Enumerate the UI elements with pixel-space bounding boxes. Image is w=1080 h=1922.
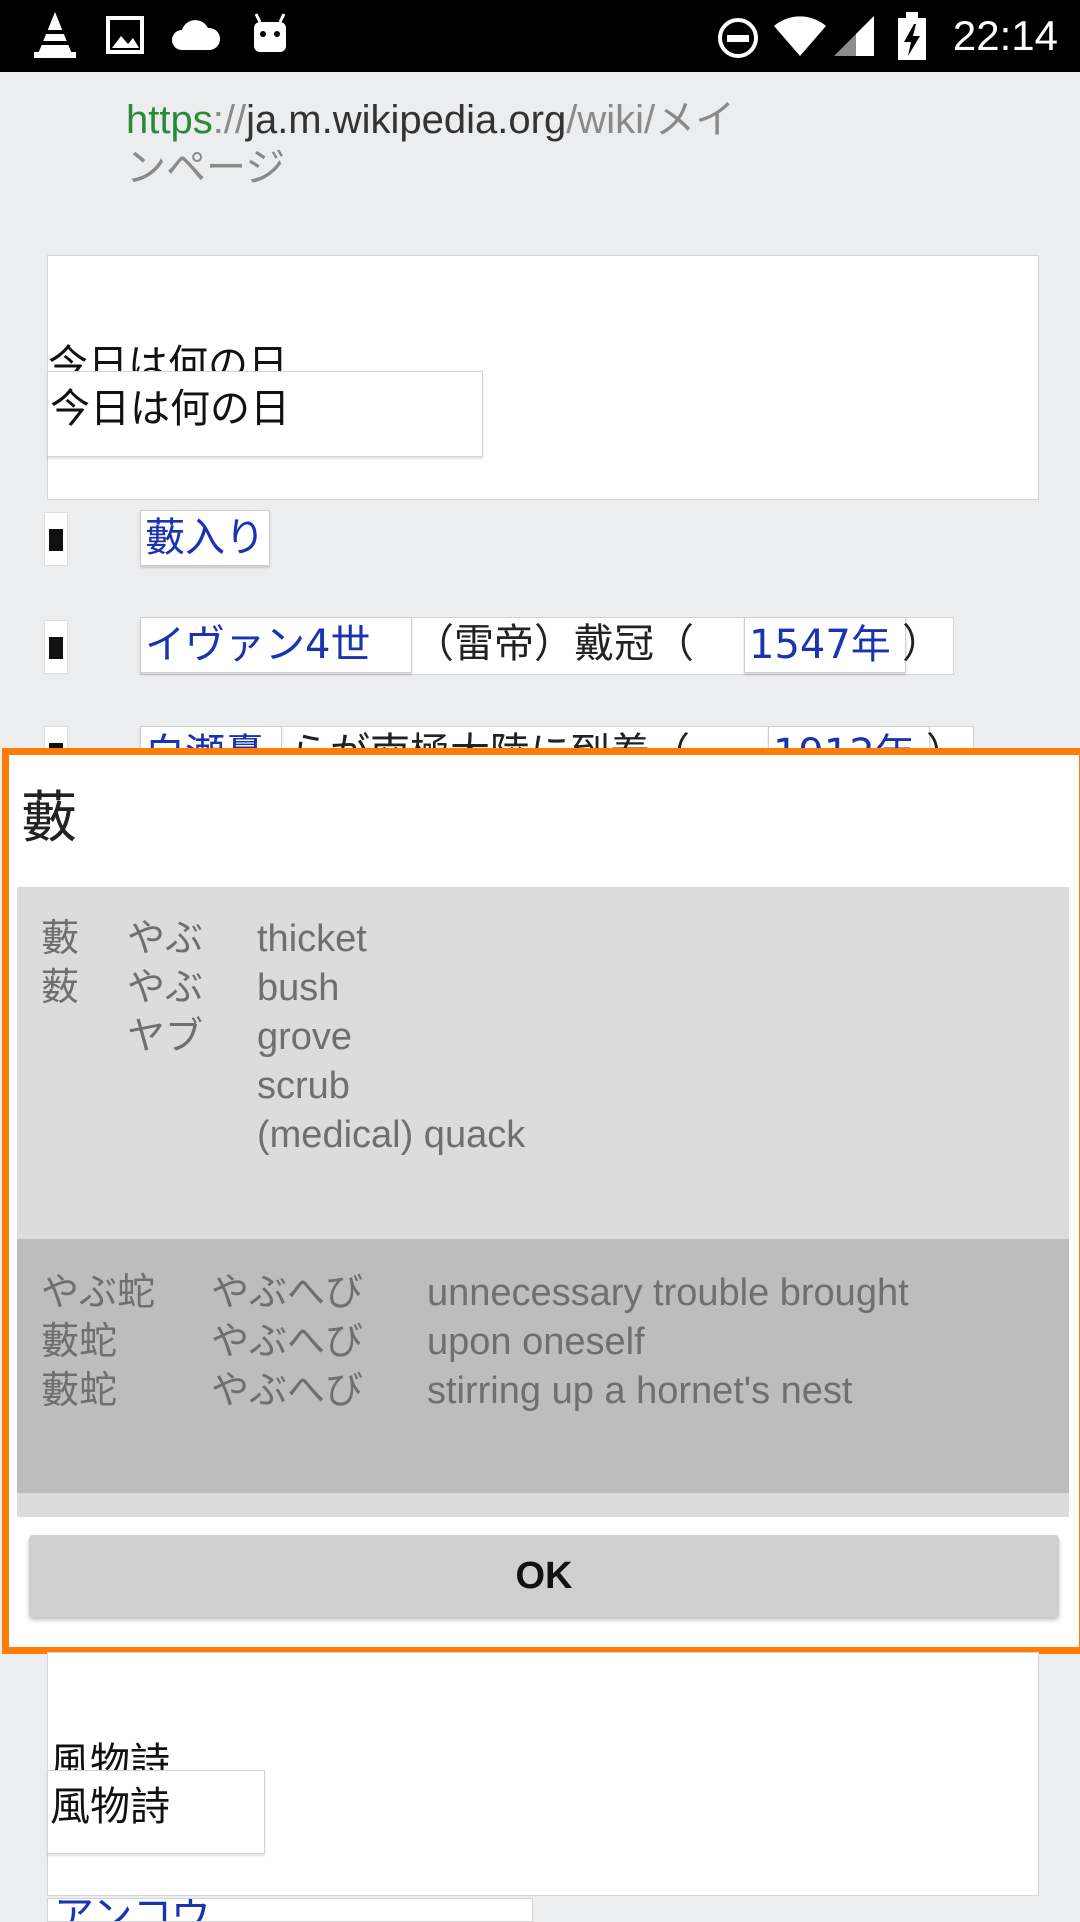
entry-meaning: upon oneself <box>427 1321 645 1363</box>
link-shirase[interactable]: 白瀬矗 <box>140 726 282 748</box>
ok-button[interactable]: OK <box>29 1535 1059 1617</box>
list-bullet <box>44 512 68 566</box>
cloud-icon <box>172 20 221 50</box>
entry-kanji: 藪蛇 <box>41 1370 118 1412</box>
url-separator: :// <box>212 98 247 142</box>
entry-kanji: やぶ蛇 <box>41 1272 156 1314</box>
dialog-scroll-gap <box>17 1493 1069 1517</box>
dictionary-dialog: 藪 藪 薮 やぶ やぶ ヤブ thicket bush grove scrub … <box>2 748 1080 1654</box>
wifi-icon <box>774 16 826 56</box>
section-heading-overlay: 今日は何の日 <box>50 386 290 432</box>
list-item-close: ） <box>926 726 966 748</box>
entry-meaning-column: unnecessary trouble brought upon oneself… <box>427 1269 909 1416</box>
link-ankou[interactable]: アンコウ <box>54 1899 211 1921</box>
entry-kanji: 薮 <box>41 967 80 1009</box>
entry-reading: やぶ <box>127 967 204 1009</box>
entry-meaning: grove <box>257 1016 353 1058</box>
vlc-icon <box>34 12 76 58</box>
entry-meaning-column: thicket bush grove scrub (medical) quack <box>257 915 525 1160</box>
entry-reading-column: やぶ やぶ ヤブ <box>127 915 203 1062</box>
dialog-title: 藪 <box>21 786 77 851</box>
dictionary-entry[interactable]: やぶ蛇 藪蛇 藪蛇 やぶへび やぶへび やぶへび unnecessary tro… <box>17 1239 1069 1493</box>
entry-meaning: bush <box>257 967 340 1009</box>
entry-reading: やぶ <box>127 918 204 960</box>
section-heading-overlay: 風物詩 <box>50 1784 170 1830</box>
list-bullet <box>44 620 68 674</box>
image-icon <box>106 16 144 54</box>
entry-reading: やぶへび <box>211 1272 364 1314</box>
url-host: ja.m.wikipedia.org <box>246 98 567 142</box>
status-bar: 22:14 <box>0 0 1080 72</box>
entry-kanji: 藪 <box>41 918 80 960</box>
list-bullet <box>44 726 68 748</box>
android-icon <box>254 13 286 52</box>
entry-reading: ヤブ <box>127 1016 204 1058</box>
clipped-link-box: アンコウ <box>47 1898 533 1922</box>
entry-reading: やぶへび <box>211 1370 364 1412</box>
page-url[interactable]: https://ja.m.wikipedia.org/wiki/メインページ <box>126 96 766 192</box>
entry-kanji-column: 藪 薮 <box>41 915 79 1013</box>
entry-meaning: stirring up a hornet's nest <box>427 1370 853 1412</box>
list-item-text: らが南極大陸に到着（ <box>290 726 690 748</box>
link-yabuiri[interactable]: 藪入り <box>140 510 270 566</box>
signal-icon <box>834 16 874 56</box>
entry-kanji-column: やぶ蛇 藪蛇 藪蛇 <box>41 1269 155 1416</box>
entry-reading-column: やぶへび やぶへび やぶへび <box>211 1269 363 1416</box>
entry-meaning: unnecessary trouble brought <box>427 1272 909 1314</box>
clipped-list-item: 白瀬矗 らが南極大陸に到着（ 1912年 ） <box>0 724 1080 748</box>
list-item-close: ） <box>902 621 942 667</box>
link-year-1547[interactable]: 1547年 <box>744 617 906 673</box>
clock: 22:14 <box>952 12 1058 59</box>
list-item-text: （雷帝）戴冠（ <box>414 621 694 667</box>
link-year-1912[interactable]: 1912年 <box>768 726 930 748</box>
battery-charging-icon <box>898 12 926 60</box>
entry-meaning: scrub <box>257 1065 350 1107</box>
entry-reading: やぶへび <box>211 1321 364 1363</box>
do-not-disturb-icon <box>718 18 758 58</box>
entry-meaning: (medical) quack <box>257 1114 526 1156</box>
entry-meaning: thicket <box>257 918 367 960</box>
link-ivan-iv[interactable]: イヴァン4世 <box>140 617 412 673</box>
dictionary-entry[interactable]: 藪 薮 やぶ やぶ ヤブ thicket bush grove scrub (m… <box>17 887 1069 1239</box>
entry-kanji: 藪蛇 <box>41 1321 118 1363</box>
url-scheme: https <box>126 98 213 142</box>
